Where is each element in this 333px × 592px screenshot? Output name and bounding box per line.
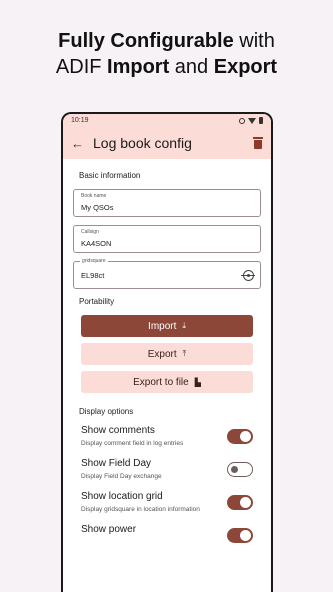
option-title: Show comments bbox=[81, 425, 155, 436]
show-power-toggle[interactable] bbox=[227, 528, 253, 543]
upload-icon: ⤒ bbox=[182, 349, 187, 358]
show-location-grid-toggle[interactable] bbox=[227, 495, 253, 510]
arrow-back-icon[interactable]: ← bbox=[71, 136, 89, 151]
import-button-label: Import bbox=[148, 320, 177, 332]
export-file-button-label: Export to file bbox=[133, 376, 189, 388]
import-button[interactable]: Import ⤓ bbox=[81, 315, 253, 337]
option-title: Show Field Day bbox=[81, 458, 152, 469]
option-desc: Display gridsquare in location informati… bbox=[81, 506, 200, 513]
headline-text-2: ADIF bbox=[55, 56, 108, 78]
promo-headline: Fully Configurable with ADIF Import and … bbox=[0, 28, 333, 80]
option-show-power: Show power bbox=[81, 524, 253, 543]
phone-frame: 10:19 ← Log book config Basic informatio… bbox=[61, 112, 273, 592]
callsign-value: KA4SON bbox=[81, 239, 112, 248]
basic-section-title: Basic information bbox=[79, 171, 141, 180]
option-title: Show power bbox=[81, 524, 137, 535]
gridsquare-field[interactable]: gridsquare EL98ct bbox=[73, 258, 261, 289]
option-show-comments: Show comments Display comment field in l… bbox=[81, 425, 253, 448]
callsign-label: Callsign bbox=[81, 229, 99, 235]
status-time: 10:19 bbox=[71, 117, 89, 124]
page-title: Log book config bbox=[93, 135, 192, 151]
trash-icon[interactable] bbox=[253, 137, 263, 149]
display-section-title: Display options bbox=[79, 407, 134, 416]
export-to-file-button[interactable]: Export to file ▙ bbox=[81, 371, 253, 393]
gps-location-icon[interactable] bbox=[241, 270, 255, 281]
file-icon: ▙ bbox=[194, 377, 201, 387]
export-button-label: Export bbox=[147, 348, 177, 360]
app-bar: ← Log book config bbox=[63, 127, 271, 159]
headline-bold-1: Fully Configurable bbox=[58, 30, 234, 52]
option-title: Show location grid bbox=[81, 491, 163, 502]
battery-icon bbox=[259, 117, 263, 124]
option-show-location-grid: Show location grid Display gridsquare in… bbox=[81, 491, 253, 514]
option-show-field-day: Show Field Day Display Field Day exchang… bbox=[81, 458, 253, 481]
book-name-value: My QSOs bbox=[81, 203, 114, 212]
option-desc: Display Field Day exchange bbox=[81, 473, 162, 480]
portability-section-title: Portability bbox=[79, 297, 115, 306]
gridsquare-value: EL98ct bbox=[81, 271, 105, 280]
status-icons bbox=[239, 117, 263, 124]
gridsquare-label: gridsquare bbox=[80, 258, 108, 264]
book-name-label: Book name bbox=[81, 193, 107, 199]
show-field-day-toggle[interactable] bbox=[227, 462, 253, 477]
config-content: Basic information Book name My QSOs Call… bbox=[63, 171, 271, 543]
headline-text-3: and bbox=[169, 56, 214, 78]
export-button[interactable]: Export ⤒ bbox=[81, 343, 253, 365]
download-icon: ⤓ bbox=[182, 321, 186, 330]
show-comments-toggle[interactable] bbox=[227, 429, 253, 444]
status-bar: 10:19 bbox=[63, 114, 271, 127]
headline-bold-2: Import bbox=[107, 56, 170, 78]
headline-bold-3: Export bbox=[213, 56, 278, 78]
headline-text-1: with bbox=[233, 30, 275, 52]
callsign-field[interactable]: Callsign KA4SON bbox=[73, 225, 261, 253]
dnd-icon bbox=[239, 117, 245, 124]
wifi-icon bbox=[248, 117, 256, 124]
option-desc: Display comment field in log entries bbox=[81, 440, 184, 447]
book-name-field[interactable]: Book name My QSOs bbox=[73, 189, 261, 217]
